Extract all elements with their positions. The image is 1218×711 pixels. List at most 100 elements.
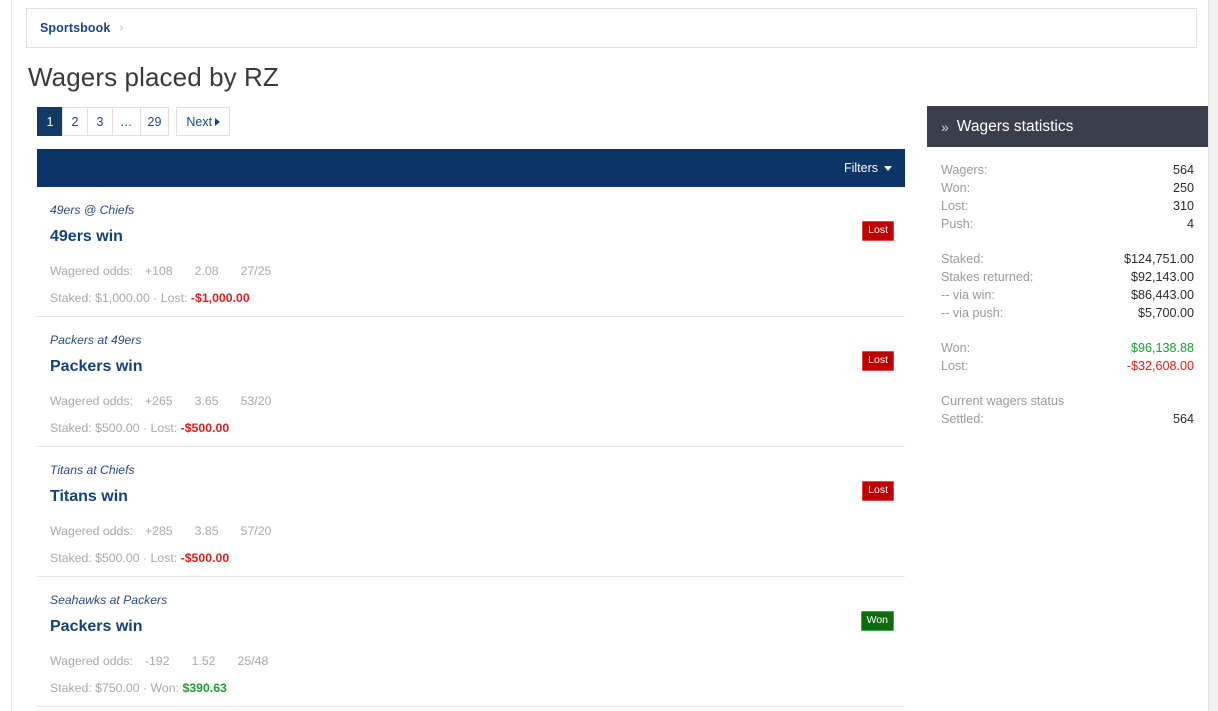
wager-odds-american: +108 bbox=[144, 264, 173, 278]
status-badge: Lost bbox=[862, 221, 894, 241]
wager-odds-american: +265 bbox=[144, 394, 173, 408]
wager-pick-link[interactable]: Titans win bbox=[50, 486, 128, 508]
wager-odds-fractional: 27/25 bbox=[240, 264, 272, 278]
stat-label: Won: bbox=[941, 181, 971, 195]
wager-result-amount: -$1,000.00 bbox=[190, 291, 250, 305]
wager-result-label: Lost: bbox=[160, 291, 188, 305]
wager-line-separator: · bbox=[143, 681, 148, 695]
status-badge: Lost bbox=[862, 351, 894, 371]
stat-row-won-amount: Won: $96,138.88 bbox=[941, 339, 1194, 357]
filters-label: Filters bbox=[843, 161, 878, 175]
wager-event-link[interactable]: Packers at 49ers bbox=[50, 331, 141, 349]
wager-row[interactable]: Seahawks at Packers Packers win Won Wage… bbox=[37, 577, 905, 707]
stat-value: $5,700.00 bbox=[1137, 306, 1194, 320]
stat-row-stakes-returned: Stakes returned: $92,143.00 bbox=[941, 268, 1194, 286]
stat-row-via-win: -- via win: $86,443.00 bbox=[941, 286, 1194, 304]
wager-pick-link[interactable]: Packers win bbox=[50, 356, 143, 378]
stat-row-lost-amount: Lost: -$32,608.00 bbox=[941, 357, 1194, 375]
wagers-statistics-panel: » Wagers statistics Wagers: 564 Won: 250… bbox=[927, 106, 1208, 428]
wager-odds-label: Wagered odds: bbox=[50, 654, 133, 668]
stat-row-settled: Settled: 564 bbox=[941, 410, 1194, 428]
stat-row-wagers: Wagers: 564 bbox=[941, 161, 1194, 179]
chevron-down-icon bbox=[884, 165, 892, 171]
wager-odds-fractional: 25/48 bbox=[237, 654, 269, 668]
wager-result-amount: -$500.00 bbox=[180, 551, 230, 565]
pagination-ellipsis: … bbox=[112, 107, 140, 136]
stat-label: -- via push: bbox=[941, 306, 1004, 320]
wager-odds-line: Wagered odds: -192 1.52 25/48 bbox=[50, 654, 905, 668]
wager-odds-label: Wagered odds: bbox=[50, 394, 133, 408]
chevron-right-icon: › bbox=[119, 22, 124, 34]
stat-label: Push: bbox=[941, 217, 974, 231]
pagination-page-2[interactable]: 2 bbox=[62, 107, 87, 136]
wager-result-label: Won: bbox=[150, 681, 180, 695]
wager-result-label: Lost: bbox=[150, 421, 178, 435]
stat-row-push-count: Push: 4 bbox=[941, 215, 1194, 233]
pagination-page-1[interactable]: 1 bbox=[37, 107, 62, 136]
wager-line-separator: · bbox=[143, 421, 148, 435]
pagination-page-29[interactable]: 29 bbox=[139, 107, 170, 136]
wager-staked-label: Staked: bbox=[50, 291, 92, 305]
breadcrumb: Sportsbook › bbox=[26, 8, 1197, 48]
stat-row-won-count: Won: 250 bbox=[941, 179, 1194, 197]
wager-odds-decimal: 2.08 bbox=[194, 264, 219, 278]
wager-odds-line: Wagered odds: +265 3.65 53/20 bbox=[50, 394, 905, 408]
stat-label: Stakes returned: bbox=[941, 270, 1034, 284]
stat-value: 564 bbox=[1172, 412, 1194, 426]
wager-row[interactable]: Packers at 49ers Packers win Lost Wagere… bbox=[37, 317, 905, 447]
stat-value: 4 bbox=[1186, 217, 1194, 231]
content-area: Sportsbook › Wagers placed by RZ 1 2 3 …… bbox=[11, 0, 1208, 711]
stat-row-staked: Staked: $124,751.00 bbox=[941, 250, 1194, 268]
stat-value: $96,138.88 bbox=[1130, 341, 1194, 355]
wager-result-amount: $390.63 bbox=[182, 681, 227, 695]
wager-odds-decimal: 1.52 bbox=[191, 654, 216, 668]
stats-group-divider bbox=[941, 233, 1194, 250]
wager-staked-amount: $500.00 bbox=[95, 551, 140, 565]
wager-row[interactable]: 49ers @ Chiefs 49ers win Lost Wagered od… bbox=[37, 187, 905, 317]
stat-value: 250 bbox=[1172, 181, 1194, 195]
pagination: 1 2 3 … 29 Next bbox=[37, 107, 231, 136]
stat-row-via-push: -- via push: $5,700.00 bbox=[941, 304, 1194, 322]
breadcrumb-item-sportsbook[interactable]: Sportsbook bbox=[40, 21, 110, 35]
page-scroll-gutter[interactable] bbox=[1208, 0, 1218, 711]
filters-bar: Filters bbox=[37, 149, 905, 187]
stats-panel-title: Wagers statistics bbox=[956, 117, 1074, 135]
wager-odds-decimal: 3.85 bbox=[194, 524, 219, 538]
wager-odds-line: Wagered odds: +285 3.85 57/20 bbox=[50, 524, 905, 538]
wager-staked-amount: $750.00 bbox=[95, 681, 140, 695]
page-title: Wagers placed by RZ bbox=[28, 62, 279, 92]
stat-value: 564 bbox=[1172, 163, 1194, 177]
wager-stake-line: Staked: $750.00 · Won: $390.63 bbox=[50, 681, 905, 695]
pagination-page-3[interactable]: 3 bbox=[87, 107, 112, 136]
wager-line-separator: · bbox=[153, 291, 158, 305]
wager-row[interactable]: Titans at Chiefs Titans win Lost Wagered… bbox=[37, 447, 905, 577]
current-wagers-status-heading: Current wagers status bbox=[941, 394, 1065, 408]
wager-stake-line: Staked: $500.00 · Lost: -$500.00 bbox=[50, 551, 905, 565]
wager-pick-link[interactable]: Packers win bbox=[50, 616, 143, 638]
wager-odds-label: Wagered odds: bbox=[50, 524, 133, 538]
wager-staked-label: Staked: bbox=[50, 551, 92, 565]
stats-group-divider bbox=[941, 375, 1194, 392]
wager-event-link[interactable]: Titans at Chiefs bbox=[50, 461, 135, 479]
filters-dropdown-toggle[interactable]: Filters bbox=[844, 161, 892, 175]
stat-label: Staked: bbox=[941, 252, 984, 266]
wager-result-amount: -$500.00 bbox=[180, 421, 230, 435]
stats-panel-header: » Wagers statistics bbox=[927, 106, 1208, 147]
wager-odds-label: Wagered odds: bbox=[50, 264, 133, 278]
stat-label: Lost: bbox=[941, 359, 969, 373]
wager-event-link[interactable]: Seahawks at Packers bbox=[50, 591, 167, 609]
stat-label: Wagers: bbox=[941, 163, 988, 177]
wager-pick-link[interactable]: 49ers win bbox=[50, 226, 123, 248]
wager-stake-line: Staked: $500.00 · Lost: -$500.00 bbox=[50, 421, 905, 435]
stats-panel-body: Wagers: 564 Won: 250 Lost: 310 Push: 4 S… bbox=[927, 147, 1208, 428]
wager-odds-decimal: 3.65 bbox=[194, 394, 219, 408]
stat-value: -$32,608.00 bbox=[1126, 359, 1194, 373]
wager-staked-label: Staked: bbox=[50, 421, 92, 435]
pagination-next-button[interactable]: Next bbox=[176, 107, 231, 136]
wager-list: 49ers @ Chiefs 49ers win Lost Wagered od… bbox=[37, 187, 905, 707]
wager-event-link[interactable]: 49ers @ Chiefs bbox=[50, 201, 134, 219]
wager-stake-line: Staked: $1,000.00 · Lost: -$1,000.00 bbox=[50, 291, 905, 305]
wager-staked-amount: $1,000.00 bbox=[95, 291, 150, 305]
wager-odds-american: +285 bbox=[144, 524, 173, 538]
stat-label: Won: bbox=[941, 341, 971, 355]
